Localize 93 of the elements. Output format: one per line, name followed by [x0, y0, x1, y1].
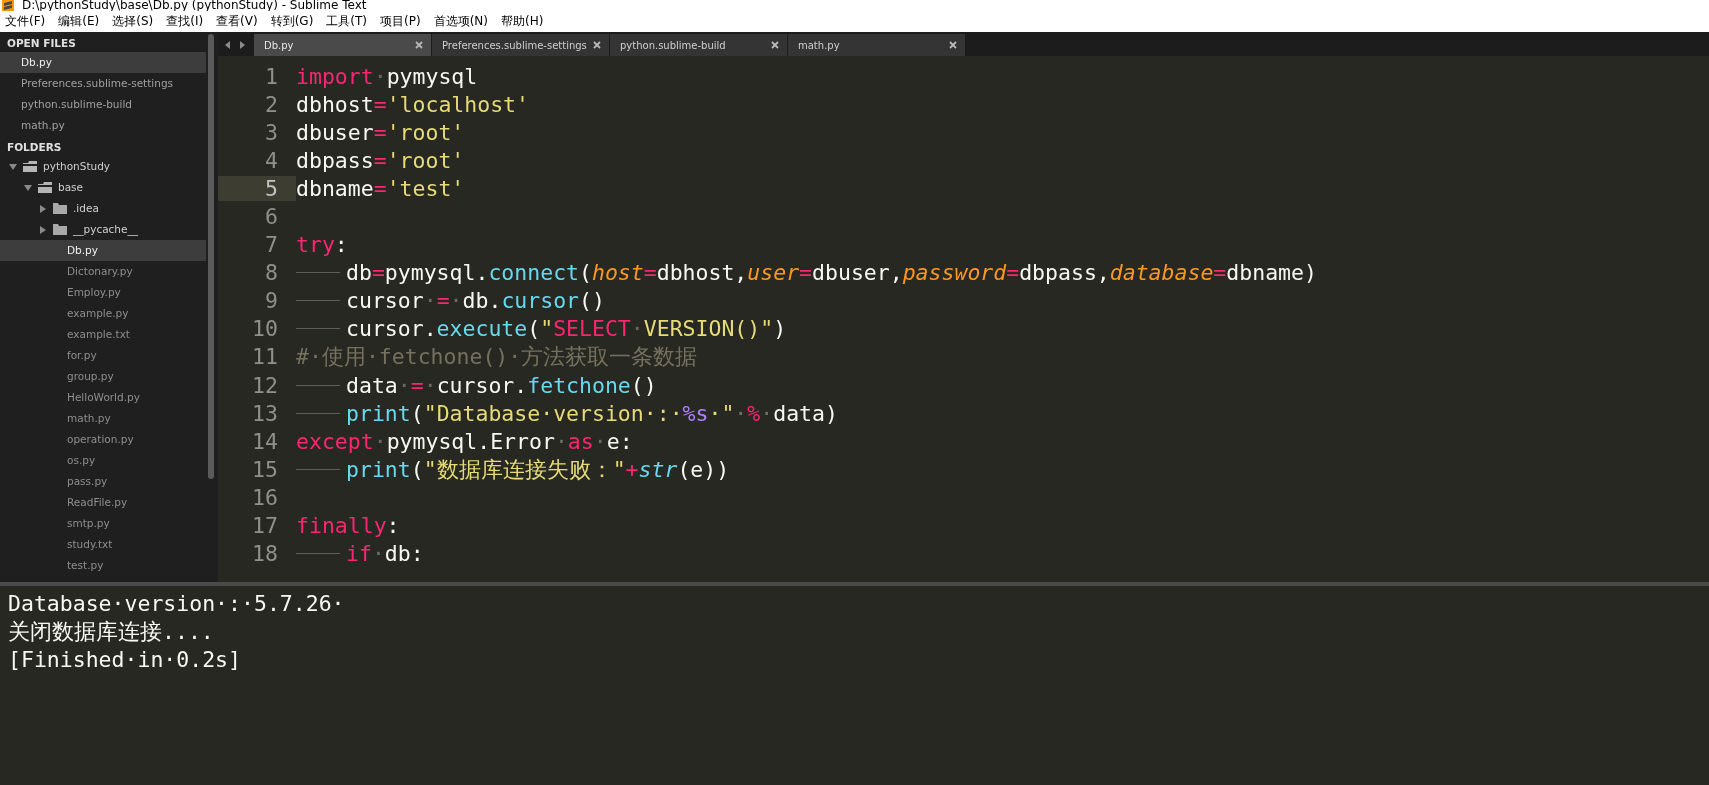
collapsed-triangle-icon[interactable] — [39, 204, 47, 213]
file-item[interactable]: study.txt — [0, 534, 206, 555]
file-item[interactable]: pass.py — [0, 471, 206, 492]
collapsed-triangle-icon[interactable] — [39, 225, 47, 234]
close-icon[interactable] — [593, 41, 601, 49]
open-file-item[interactable]: math.py — [0, 115, 206, 136]
file-item[interactable]: for.py — [0, 345, 206, 366]
editor-tab[interactable]: Db.py — [254, 34, 432, 56]
line-number: 2 — [264, 91, 279, 117]
menu-item[interactable]: 选择(S) — [112, 13, 154, 30]
window-title: D:\pythonStudy\base\Db.py (pythonStudy) - Sublime Text — [22, 0, 367, 11]
file-item[interactable]: Dictonary.py — [0, 261, 206, 282]
editor-tab[interactable]: Preferences.sublime-settings — [432, 34, 610, 56]
menu-item[interactable]: 文件(F) — [5, 13, 46, 30]
line-number: 12 — [251, 372, 279, 398]
code-line: dbuser='root' — [296, 119, 465, 145]
file-item[interactable]: ReadFile.py — [0, 492, 206, 513]
output-line: Database·version·:·5.7.26· — [8, 590, 346, 618]
tab-navigation-icon[interactable] — [224, 40, 246, 50]
expanded-triangle-icon[interactable] — [9, 162, 17, 171]
expanded-triangle-icon[interactable] — [24, 183, 32, 192]
code-line: finally: — [296, 513, 400, 539]
code-line: except·pymysql.Error·as·e: — [296, 428, 633, 454]
editor-tab[interactable]: math.py — [788, 34, 966, 56]
file-item[interactable]: operation.py — [0, 429, 206, 450]
menu-item[interactable]: 查找(I) — [166, 13, 204, 30]
section-heading: FOLDERS — [6, 140, 63, 155]
close-icon[interactable] — [949, 41, 957, 49]
line-number: 6 — [264, 204, 279, 229]
folder-icon — [53, 224, 67, 235]
open-file-item[interactable]: python.sublime-build — [0, 94, 206, 115]
line-number: 4 — [264, 147, 279, 173]
code-line: db=pymysql.connect(host=dbhost,user=dbuser,password=dbpass,database=dbname) — [346, 260, 1317, 286]
menu-item[interactable]: 首选项(N) — [433, 13, 488, 30]
line-number: 9 — [264, 288, 279, 314]
file-item[interactable]: Db.py — [0, 240, 206, 261]
line-number: 16 — [251, 484, 279, 510]
app-icon — [2, 0, 14, 11]
code-line: if·db: — [346, 541, 424, 567]
folder-name[interactable]: .idea — [73, 198, 99, 219]
open-file-item[interactable]: Preferences.sublime-settings — [0, 73, 206, 94]
file-item[interactable]: Employ.py — [0, 282, 206, 303]
file-item[interactable]: group.py — [0, 366, 206, 387]
folder-name[interactable]: __pycache__ — [73, 219, 138, 240]
file-item[interactable]: smtp.py — [0, 513, 206, 534]
editor-tab[interactable]: python.sublime-build — [610, 34, 788, 56]
line-number: 1 — [264, 63, 279, 89]
line-number: 5 — [218, 175, 296, 201]
menu-item[interactable]: 查看(V) — [216, 13, 258, 30]
file-item[interactable]: example.py — [0, 303, 206, 324]
file-item[interactable]: os.py — [0, 450, 206, 471]
code-line: data·=·cursor.fetchone() — [346, 372, 657, 398]
line-number: 15 — [251, 456, 279, 482]
file-item[interactable]: math.py — [0, 408, 206, 429]
output-line: [Finished·in·0.2s] — [8, 646, 242, 674]
code-line: try: — [296, 232, 348, 258]
code-line: print("数据库连接失败："+str(e)) — [346, 455, 730, 484]
code-line: import·pymysql — [296, 63, 478, 89]
folder-icon — [38, 182, 52, 193]
code-line: print("Database·version·:·%s·"·%·data) — [346, 400, 838, 426]
line-number: 17 — [251, 513, 279, 539]
menu-item[interactable]: 帮助(H) — [501, 13, 544, 30]
close-icon[interactable] — [771, 41, 779, 49]
folder-icon — [23, 161, 37, 172]
line-number: 14 — [251, 428, 279, 454]
code-line: #·使用·fetchone()·方法获取一条数据 — [296, 343, 698, 372]
file-item[interactable]: example.txt — [0, 324, 206, 345]
file-item[interactable]: HelloWorld.py — [0, 387, 206, 408]
folder-icon — [53, 203, 67, 214]
code-line: dbpass='root' — [296, 147, 465, 173]
line-number: 7 — [264, 232, 279, 258]
code-line: dbhost='localhost' — [296, 91, 529, 117]
line-number: 11 — [251, 344, 279, 370]
open-file-item[interactable]: Db.py — [0, 52, 206, 73]
line-number: 3 — [264, 119, 279, 145]
code-line: cursor·=·db.cursor() — [346, 288, 605, 314]
menu-item[interactable]: 转到(G) — [270, 13, 314, 30]
close-icon[interactable] — [415, 41, 423, 49]
menu-item[interactable]: 项目(P) — [380, 13, 421, 30]
code-line: dbname='test' — [296, 175, 465, 201]
line-number: 18 — [251, 541, 279, 567]
menu-item[interactable]: 工具(T) — [326, 13, 368, 30]
scrollbar[interactable] — [208, 34, 214, 479]
line-number: 13 — [251, 400, 279, 426]
line-number: 10 — [251, 316, 279, 342]
section-heading: OPEN FILES — [6, 36, 77, 51]
line-number: 8 — [264, 260, 279, 286]
output-line: 关闭数据库连接.... — [8, 618, 215, 646]
folder-name[interactable]: base — [58, 177, 84, 198]
menu-item[interactable]: 编辑(E) — [58, 13, 100, 30]
code-line: cursor.execute("SELECT·VERSION()") — [346, 316, 787, 342]
file-item[interactable]: test.py — [0, 555, 206, 576]
folder-name[interactable]: pythonStudy — [43, 156, 111, 177]
